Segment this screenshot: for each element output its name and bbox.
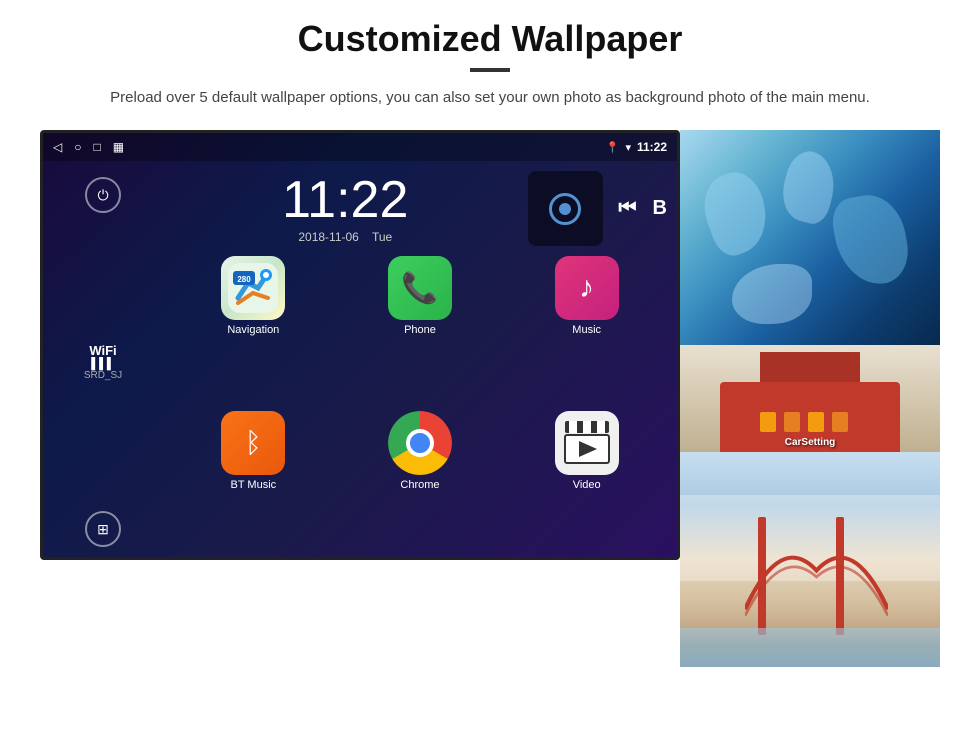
wallpaper-carsetting[interactable]: CarSetting	[680, 345, 940, 452]
navigation-icons: ◁ ○ □ ▦	[53, 140, 124, 154]
status-bar: ◁ ○ □ ▦ 📍 ▾ 11:22	[43, 133, 677, 161]
phone-icon: 📞	[388, 256, 452, 320]
device-container: ◁ ○ □ ▦ 📍 ▾ 11:22 ⏻ WiFi	[40, 130, 940, 667]
recent-icon: □	[93, 140, 100, 154]
navigation-label: Navigation	[227, 324, 279, 336]
wifi-status-icon: ▾	[625, 141, 631, 154]
skip-back-button[interactable]: ⏮	[619, 197, 637, 220]
navigation-icon: 280	[221, 256, 285, 320]
left-sidebar: ⏻ WiFi ▌▌▌ SRD_SJ ⊞	[43, 161, 163, 560]
back-icon: ◁	[53, 140, 62, 154]
status-time: 11:22	[637, 140, 667, 154]
wallpaper-section: CarSetting	[680, 130, 940, 667]
app-item-music[interactable]: ♪ Music	[506, 256, 667, 405]
page-wrapper: Customized Wallpaper Preload over 5 defa…	[0, 0, 980, 677]
video-label: Video	[573, 479, 601, 491]
carsetting-label: CarSetting	[785, 437, 836, 448]
bt-music-icon: ᛒ	[221, 411, 285, 475]
app-grid: 280 Navigation 📞	[163, 252, 677, 560]
app-item-navigation[interactable]: 280 Navigation	[173, 256, 334, 405]
app-item-phone[interactable]: 📞 Phone	[340, 256, 501, 405]
music-icon: ♪	[555, 256, 619, 320]
subtitle: Preload over 5 default wallpaper options…	[40, 86, 940, 110]
video-icon	[555, 411, 619, 475]
page-title: Customized Wallpaper	[40, 18, 940, 60]
wifi-name: SRD_SJ	[84, 370, 122, 381]
wallpaper-ice[interactable]	[680, 130, 940, 345]
media-inner-dot	[559, 203, 571, 215]
wifi-info: WiFi ▌▌▌ SRD_SJ	[84, 343, 122, 381]
wifi-label: WiFi	[84, 343, 122, 358]
title-divider	[470, 68, 510, 72]
status-right: 📍 ▾ 11:22	[606, 140, 667, 154]
screen-content: ⏻ WiFi ▌▌▌ SRD_SJ ⊞ 11:22	[43, 161, 677, 560]
media-widgets: ⏮ B	[528, 171, 667, 246]
apps-button[interactable]: ⊞	[85, 511, 121, 547]
location-icon: 📍	[606, 141, 620, 154]
phone-label: Phone	[404, 324, 436, 336]
wifi-signal: ▌▌▌	[84, 358, 122, 370]
screenshot-icon: ▦	[113, 140, 124, 154]
clock-section: 11:22 2018-11-06 Tue	[163, 161, 677, 252]
home-icon: ○	[74, 140, 81, 154]
clock-date: 2018-11-06 Tue	[173, 230, 518, 244]
wallpaper-bridge[interactable]	[680, 452, 940, 667]
chrome-icon	[388, 411, 452, 475]
music-label: Music	[572, 324, 601, 336]
clock-block: 11:22 2018-11-06 Tue	[173, 174, 518, 244]
clock-time: 11:22	[173, 174, 518, 226]
main-area: 11:22 2018-11-06 Tue	[163, 161, 677, 560]
power-button[interactable]: ⏻	[85, 177, 121, 213]
chrome-label: Chrome	[400, 479, 439, 491]
svg-text:280: 280	[238, 275, 252, 284]
android-screen: ◁ ○ □ ▦ 📍 ▾ 11:22 ⏻ WiFi	[40, 130, 680, 560]
app-item-chrome[interactable]: Chrome	[340, 411, 501, 560]
letter-b-display: B	[653, 197, 667, 220]
media-widget[interactable]	[528, 171, 603, 246]
media-dot	[549, 193, 581, 225]
app-item-bt-music[interactable]: ᛒ BT Music	[173, 411, 334, 560]
bt-music-label: BT Music	[231, 479, 277, 491]
app-item-video[interactable]: Video	[506, 411, 667, 560]
